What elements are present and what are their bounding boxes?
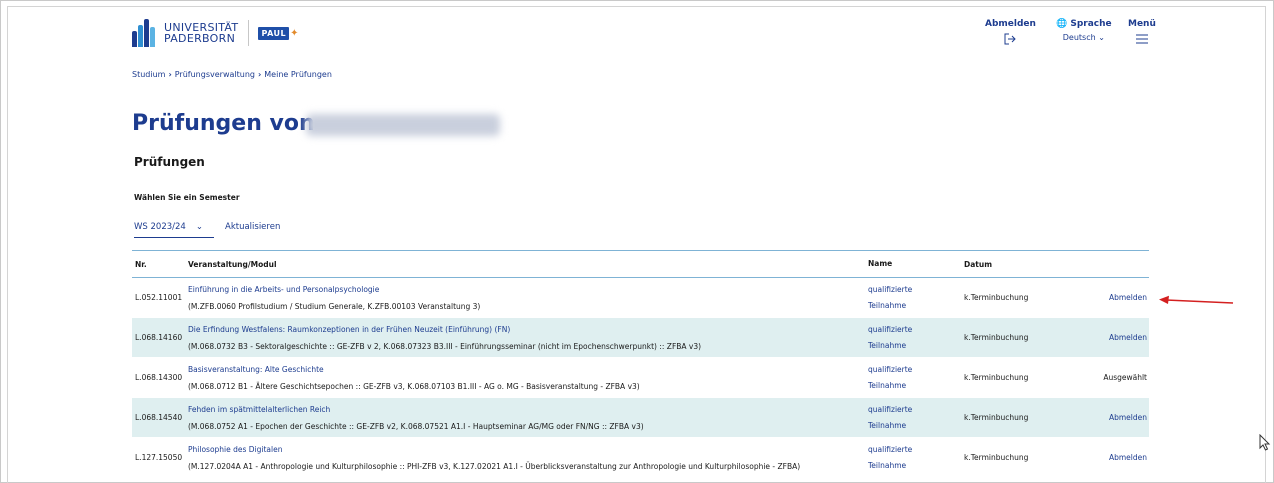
breadcrumb-item-studium[interactable]: Studium [132,70,165,79]
exam-type-link[interactable]: qualifizierte Teilnahme [868,402,964,434]
logout-icon [1004,33,1017,45]
deregister-button[interactable]: Abmelden [1082,333,1149,342]
module-title-link[interactable]: Die Erfindung Westfalens: Raumkonzeption… [188,323,868,336]
breadcrumb-item-meine-pruefungen[interactable]: Meine Prüfungen [264,70,332,79]
deregister-button[interactable]: Abmelden [1082,293,1149,302]
header-name: Name [868,259,893,268]
exam-date: k.Terminbuchung [964,453,1029,462]
table-row: L.052.11001 Einführung in die Arbeits- u… [132,278,1149,318]
module-title-link[interactable]: Einführung in die Arbeits- und Personalp… [188,283,868,296]
semester-select[interactable]: WS 2023/24 ⌄ [134,220,214,238]
exam-date: k.Terminbuchung [964,293,1029,302]
row-nr: L.052.11001 [135,293,183,302]
language-label: Sprache [1070,19,1112,29]
university-name: UNIVERSITÄT PADERBORN [164,21,239,45]
row-nr: L.068.14300 [135,373,183,382]
table-header: Nr. Veranstaltung/Modul Name Datum [132,251,1149,278]
module-details: (M.068.0712 B1 - Ältere Geschichtsepoche… [188,381,640,391]
module-title-link[interactable]: Basisveranstaltung: Alte Geschichte [188,363,868,376]
refresh-button[interactable]: Aktualisieren [225,222,280,232]
exam-type-link[interactable]: qualifizierte Teilnahme [868,442,964,474]
selected-status: Ausgewählt [1103,373,1147,382]
exam-date: k.Terminbuchung [964,373,1029,382]
logo-divider [248,20,250,46]
mouse-cursor-icon [1259,434,1271,451]
exams-table: Nr. Veranstaltung/Modul Name Datum L.052… [132,250,1149,478]
globe-icon: 🌐 [1056,19,1068,29]
exam-date: k.Terminbuchung [964,333,1029,342]
annotation-arrow-icon [1159,295,1234,304]
row-nr: L.127.15050 [135,453,183,462]
logout-label: Abmelden [985,19,1036,29]
language-selector[interactable]: 🌐 Sprache Deutsch ⌄ [1056,19,1112,42]
breadcrumb-separator-icon: › [168,70,172,79]
module-title-link[interactable]: Philosophie des Digitalen [188,443,868,456]
blurred-student-name [306,114,500,136]
row-nr: L.068.14540 [135,413,183,422]
language-value: Deutsch [1062,33,1096,42]
university-logo-icon [132,19,158,47]
logout-button[interactable]: Abmelden [985,19,1036,45]
module-details: (M.068.0752 A1 - Epochen der Geschichte … [188,421,644,431]
semester-label: Wählen Sie ein Semester [134,193,240,202]
breadcrumb: Studium › Prüfungsverwaltung › Meine Prüfung… [132,70,332,79]
breadcrumb-item-pruefungsverwaltung[interactable]: Prüfungsverwaltung [175,70,255,79]
section-title: Prüfungen [134,155,205,169]
table-row: L.068.14160 Die Erfindung Westfalens: Ra… [132,318,1149,358]
deregister-button[interactable]: Abmelden [1082,413,1149,422]
deregister-button[interactable]: Abmelden [1082,453,1149,462]
exam-date: k.Terminbuchung [964,413,1029,422]
breadcrumb-separator-icon: › [257,70,262,79]
exam-type-link[interactable]: qualifizierte Teilnahme [868,322,964,354]
module-details: (M.127.0204A A1 - Anthropologie und Kult… [188,461,801,471]
chevron-down-icon: ⌄ [1098,33,1105,42]
hamburger-icon [1135,34,1148,44]
menu-button[interactable]: Menü [1128,19,1156,44]
row-nr: L.068.14160 [135,333,183,342]
paul-logo: PAUL ✦ [258,26,299,40]
exam-type-link[interactable]: qualifizierte Teilnahme [868,282,964,314]
logo[interactable]: UNIVERSITÄT PADERBORN PAUL ✦ [132,17,299,49]
table-row: L.127.15050 Philosophie des Digitalen (M… [132,438,1149,478]
table-row: L.068.14300 Basisveranstaltung: Alte Ges… [132,358,1149,398]
module-details: (M.ZFB.0060 Profilstudium / Studium Gene… [188,301,481,311]
header-module: Veranstaltung/Modul [188,259,277,269]
chevron-down-icon: ⌄ [195,222,203,232]
page-title: Prüfungen von [132,111,315,136]
menu-label: Menü [1128,19,1156,29]
exam-type-link[interactable]: qualifizierte Teilnahme [868,362,964,394]
table-row: L.068.14540 Fehden im spätmittelalterlic… [132,398,1149,438]
header-date: Datum [964,259,993,269]
module-title-link[interactable]: Fehden im spätmittelalterlichen Reich [188,403,868,416]
semester-value: WS 2023/24 [134,222,186,232]
module-details: (M.068.0732 B3 - Sektoralgeschichte :: G… [188,341,702,351]
header-nr: Nr. [135,259,147,269]
